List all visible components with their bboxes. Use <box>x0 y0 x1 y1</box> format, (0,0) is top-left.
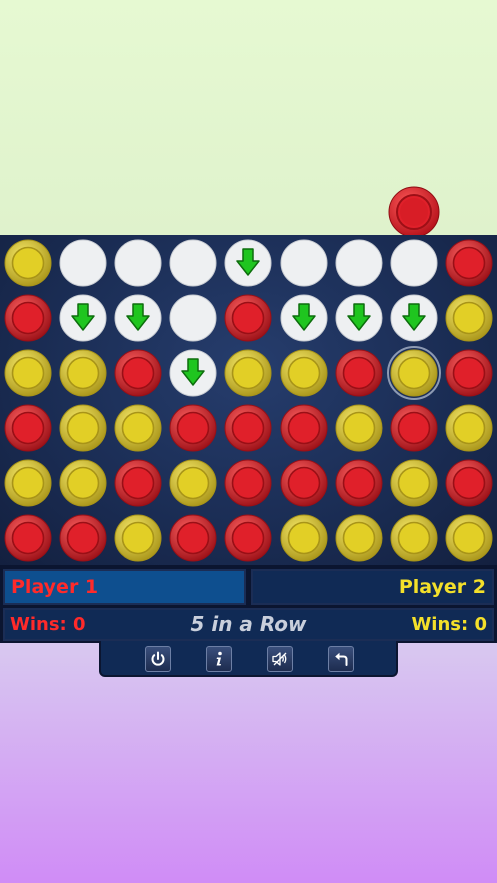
red-piece <box>445 459 493 507</box>
player-1-name: Player 1 <box>3 569 246 605</box>
power-button[interactable] <box>145 646 171 672</box>
stats-bar: Wins: 0 5 in a Row Wins: 0 <box>3 608 494 641</box>
score-panel: Player 1 Player 2 Wins: 0 5 in a Row Win… <box>0 565 497 643</box>
red-piece <box>4 404 52 452</box>
yellow-piece <box>4 239 52 287</box>
yellow-piece <box>335 514 383 562</box>
drop-target-slot[interactable] <box>114 294 162 342</box>
red-piece <box>114 349 162 397</box>
game-board[interactable] <box>0 235 497 565</box>
yellow-piece <box>4 459 52 507</box>
red-piece <box>335 459 383 507</box>
yellow-piece <box>59 459 107 507</box>
yellow-piece <box>169 459 217 507</box>
red-piece <box>224 459 272 507</box>
red-piece <box>280 459 328 507</box>
yellow-piece <box>387 346 441 400</box>
red-piece <box>390 404 438 452</box>
drop-target-slot[interactable] <box>280 294 328 342</box>
drop-target-slot[interactable] <box>390 294 438 342</box>
red-piece <box>224 404 272 452</box>
yellow-piece <box>335 404 383 452</box>
empty-slot[interactable] <box>59 239 107 287</box>
drop-target-slot[interactable] <box>335 294 383 342</box>
yellow-piece <box>224 349 272 397</box>
red-piece <box>445 349 493 397</box>
empty-slot[interactable] <box>280 239 328 287</box>
drop-target-slot[interactable] <box>59 294 107 342</box>
yellow-piece <box>445 514 493 562</box>
speaker-icon <box>272 652 287 666</box>
yellow-piece <box>445 294 493 342</box>
yellow-piece <box>114 404 162 452</box>
yellow-piece <box>280 349 328 397</box>
yellow-piece <box>445 404 493 452</box>
undo-arrow-icon <box>335 652 348 666</box>
red-piece <box>224 294 272 342</box>
yellow-piece <box>59 404 107 452</box>
player-2-name: Player 2 <box>251 569 494 605</box>
red-piece <box>169 404 217 452</box>
power-icon <box>151 651 165 666</box>
red-piece <box>445 239 493 287</box>
red-piece <box>224 514 272 562</box>
yellow-piece <box>390 514 438 562</box>
info-button[interactable] <box>206 646 232 672</box>
drop-target-slot[interactable] <box>169 349 217 397</box>
undo-button[interactable] <box>328 646 354 672</box>
red-piece <box>4 294 52 342</box>
empty-slot[interactable] <box>114 239 162 287</box>
drop-target-slot[interactable] <box>224 239 272 287</box>
pending-red-piece <box>388 186 440 238</box>
yellow-piece <box>114 514 162 562</box>
empty-slot[interactable] <box>169 239 217 287</box>
player-2-wins: Wins: 0 <box>411 614 487 635</box>
yellow-piece <box>280 514 328 562</box>
info-icon <box>216 651 222 666</box>
red-piece <box>169 514 217 562</box>
sound-button[interactable] <box>267 646 293 672</box>
red-piece <box>335 349 383 397</box>
red-piece <box>114 459 162 507</box>
empty-slot[interactable] <box>390 239 438 287</box>
empty-slot[interactable] <box>335 239 383 287</box>
toolbar <box>99 641 398 677</box>
red-piece <box>4 514 52 562</box>
empty-slot[interactable] <box>169 294 217 342</box>
yellow-piece <box>59 349 107 397</box>
yellow-piece <box>390 459 438 507</box>
red-piece <box>280 404 328 452</box>
red-piece <box>59 514 107 562</box>
yellow-piece <box>4 349 52 397</box>
